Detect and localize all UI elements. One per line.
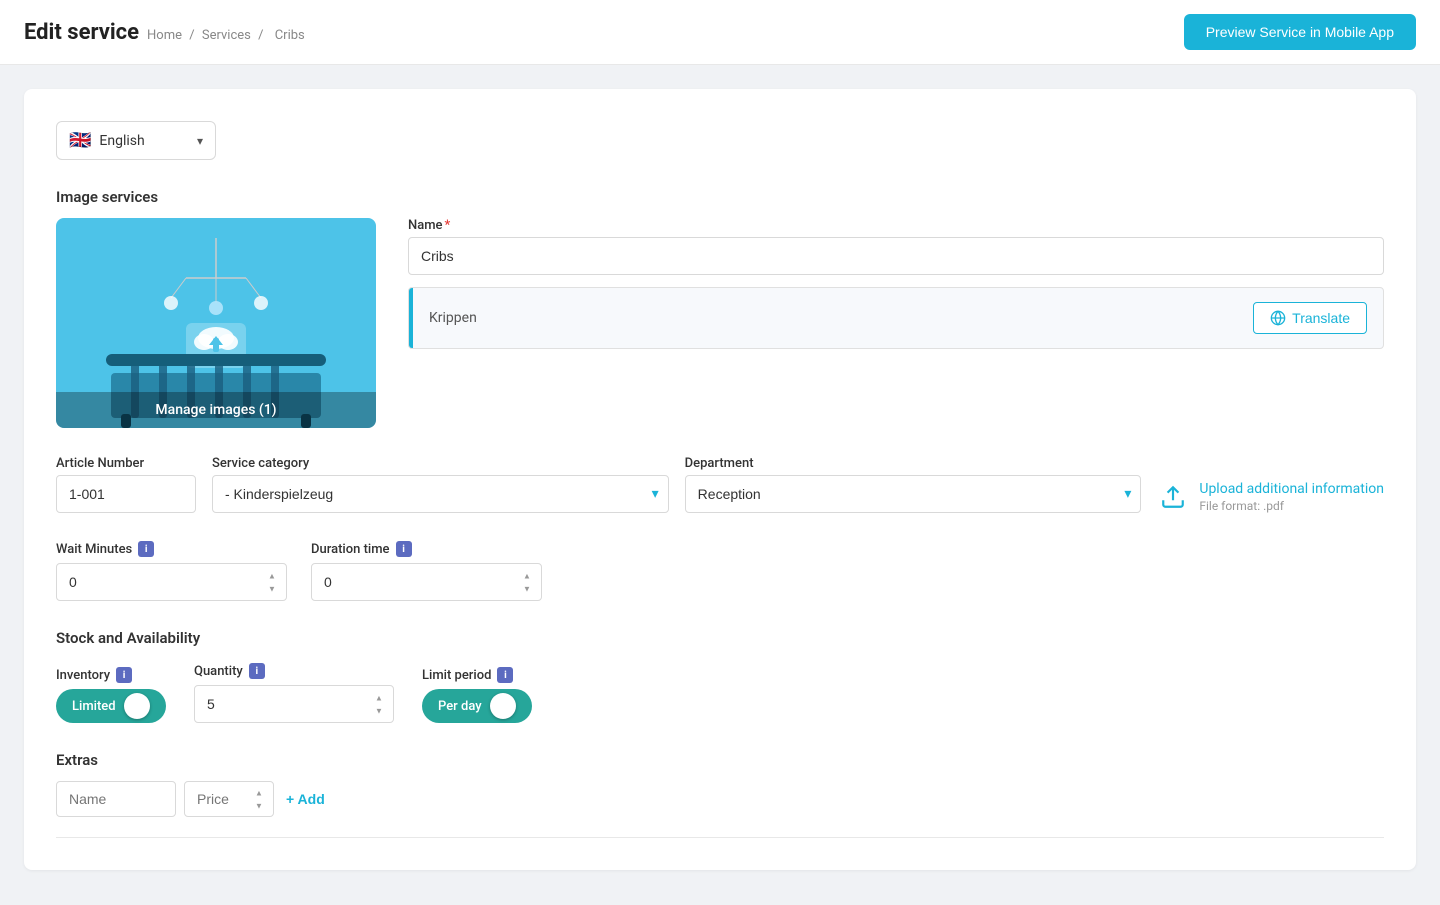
quantity-input[interactable] — [194, 685, 394, 723]
image-area[interactable]: Manage images (1) — [56, 218, 376, 428]
quantity-field: Quantity i ▲ ▼ — [194, 663, 394, 723]
preview-service-button[interactable]: Preview Service in Mobile App — [1184, 14, 1416, 50]
extras-name-input[interactable] — [56, 781, 176, 817]
extras-row: ▲ ▼ + Add — [56, 781, 1384, 817]
duration-time-input[interactable] — [311, 563, 542, 601]
wait-minutes-spinners: ▲ ▼ — [263, 570, 281, 595]
breadcrumb-sep1: / — [189, 28, 194, 43]
duration-time-label: Duration time i — [311, 541, 542, 557]
language-selector[interactable]: 🇬🇧 English ▾ — [56, 121, 216, 160]
translation-text: Krippen — [429, 310, 477, 326]
page-header: Edit service Home / Services / Cribs Pre… — [0, 0, 1440, 65]
manage-images-overlay[interactable]: Manage images (1) — [56, 392, 376, 428]
toggle-circle — [490, 693, 516, 719]
image-section-label: Image services — [56, 188, 1384, 206]
price-increment[interactable]: ▲ — [250, 787, 268, 799]
inventory-toggle[interactable]: Limited — [56, 689, 166, 723]
name-form-section: Name* Krippen — [408, 218, 1384, 428]
department-field: Department Reception ▾ — [685, 456, 1142, 513]
limit-period-label: Limit period i — [422, 667, 532, 683]
language-flag-icon: 🇬🇧 — [69, 130, 91, 151]
inventory-toggle-label: Limited — [72, 699, 116, 714]
wait-minutes-label: Wait Minutes i — [56, 541, 287, 557]
service-category-wrapper: - Kinderspielzeug ▾ — [212, 475, 669, 513]
inventory-info-icon[interactable]: i — [116, 667, 132, 683]
upload-info[interactable]: Upload additional information File forma… — [1157, 481, 1384, 513]
translation-box: Krippen Translate — [408, 287, 1384, 349]
quantity-input-wrapper: ▲ ▼ — [194, 685, 394, 723]
extras-section: Extras ▲ ▼ + Add — [56, 751, 1384, 838]
stock-section: Stock and Availability Inventory i Limit… — [56, 629, 1384, 723]
wait-minutes-input-wrapper: ▲ ▼ — [56, 563, 287, 601]
extras-divider — [56, 837, 1384, 838]
duration-time-input-wrapper: ▲ ▼ — [311, 563, 542, 601]
breadcrumb-current: Cribs — [275, 28, 305, 43]
article-number-input[interactable] — [56, 475, 196, 513]
time-row: Wait Minutes i ▲ ▼ Duration time i — [56, 541, 1384, 601]
price-spinners: ▲ ▼ — [250, 787, 268, 812]
toggle-circle — [124, 693, 150, 719]
wait-minutes-increment[interactable]: ▲ — [263, 570, 281, 582]
duration-time-field: Duration time i ▲ ▼ — [311, 541, 542, 601]
wait-minutes-decrement[interactable]: ▼ — [263, 583, 281, 595]
name-field-label: Name* — [408, 218, 1384, 233]
translation-content: Krippen Translate — [413, 288, 1383, 348]
limit-period-toggle[interactable]: Per day — [422, 689, 532, 723]
page-title: Edit service — [24, 20, 139, 45]
service-category-select[interactable]: - Kinderspielzeug — [212, 475, 669, 513]
quantity-label: Quantity i — [194, 663, 394, 679]
upload-section: Upload additional information File forma… — [1157, 481, 1384, 513]
inventory-label: Inventory i — [56, 667, 166, 683]
quantity-decrement[interactable]: ▼ — [370, 705, 388, 717]
quantity-spinners: ▲ ▼ — [370, 692, 388, 717]
upload-sub: File format: .pdf — [1199, 499, 1384, 513]
language-text: English — [99, 133, 189, 149]
chevron-down-icon: ▾ — [197, 134, 203, 148]
duration-decrement[interactable]: ▼ — [518, 583, 536, 595]
upload-icon — [1157, 481, 1189, 513]
stock-section-label: Stock and Availability — [56, 629, 1384, 647]
limit-period-field: Limit period i Per day — [422, 667, 532, 723]
service-category-label: Service category — [212, 456, 669, 471]
department-select[interactable]: Reception — [685, 475, 1142, 513]
add-extras-button[interactable]: + Add — [282, 783, 329, 815]
wait-minutes-info-icon[interactable]: i — [138, 541, 154, 557]
main-container: 🇬🇧 English ▾ Image services — [0, 65, 1440, 894]
department-wrapper: Reception ▾ — [685, 475, 1142, 513]
edit-service-card: 🇬🇧 English ▾ Image services — [24, 89, 1416, 870]
upload-label: Upload additional information — [1199, 481, 1384, 497]
header-left: Edit service Home / Services / Cribs — [24, 20, 309, 45]
duration-time-spinners: ▲ ▼ — [518, 570, 536, 595]
translate-icon — [1270, 310, 1286, 326]
wait-minutes-field: Wait Minutes i ▲ ▼ — [56, 541, 287, 601]
manage-images-text: Manage images (1) — [155, 402, 276, 418]
price-decrement[interactable]: ▼ — [250, 800, 268, 812]
required-marker: * — [445, 218, 451, 233]
content-grid: Manage images (1) Name* Krippen — [56, 218, 1384, 428]
breadcrumb-sep2: / — [258, 28, 263, 43]
duration-increment[interactable]: ▲ — [518, 570, 536, 582]
fields-row: Article Number Service category - Kinder… — [56, 456, 1384, 513]
wait-minutes-input[interactable] — [56, 563, 287, 601]
duration-time-info-icon[interactable]: i — [396, 541, 412, 557]
translate-button[interactable]: Translate — [1253, 302, 1367, 334]
name-input[interactable] — [408, 237, 1384, 275]
article-number-label: Article Number — [56, 456, 196, 471]
quantity-info-icon[interactable]: i — [249, 663, 265, 679]
breadcrumb-services[interactable]: Services — [202, 28, 251, 43]
stock-row: Inventory i Limited Quantity i — [56, 663, 1384, 723]
breadcrumb-home[interactable]: Home — [147, 28, 182, 43]
quantity-increment[interactable]: ▲ — [370, 692, 388, 704]
inventory-field: Inventory i Limited — [56, 667, 166, 723]
limit-period-info-icon[interactable]: i — [497, 667, 513, 683]
department-label: Department — [685, 456, 1142, 471]
extras-price-wrapper: ▲ ▼ — [184, 781, 274, 817]
breadcrumb: Home / Services / Cribs — [147, 28, 309, 43]
limit-period-toggle-label: Per day — [438, 699, 482, 714]
article-number-field: Article Number — [56, 456, 196, 513]
service-category-field: Service category - Kinderspielzeug ▾ — [212, 456, 669, 513]
extras-label: Extras — [56, 751, 1384, 769]
